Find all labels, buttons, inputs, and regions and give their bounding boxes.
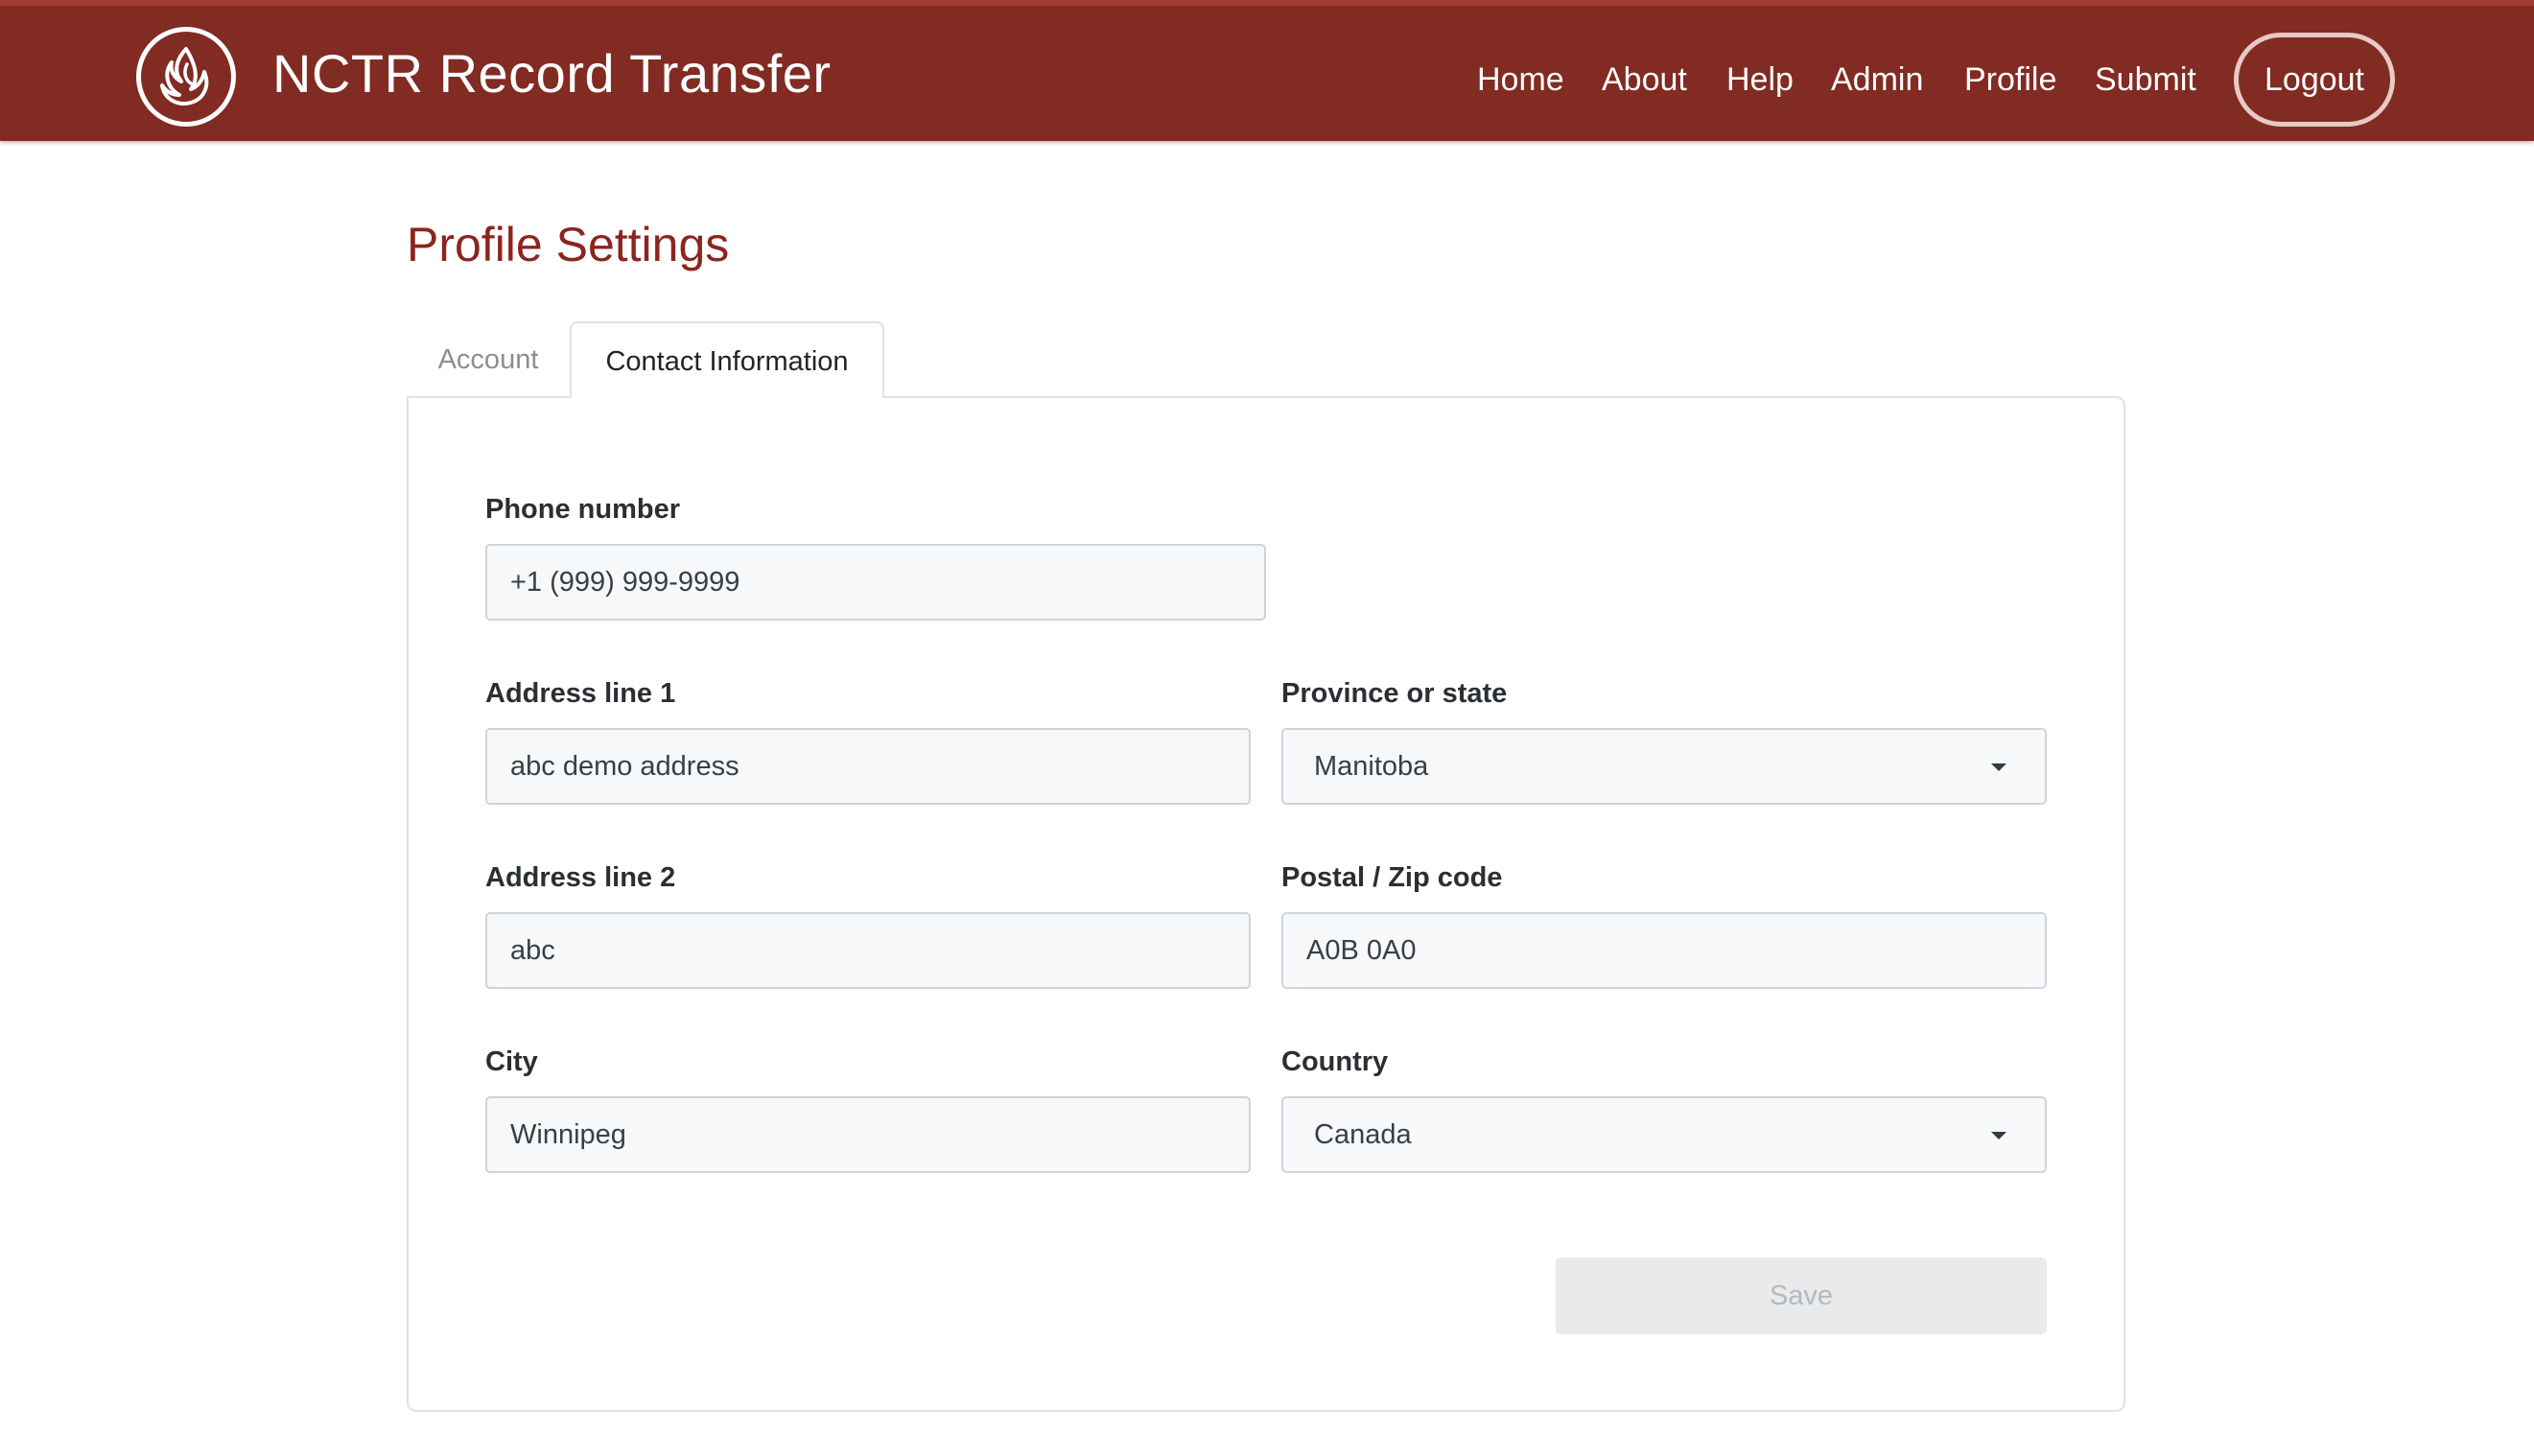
flame-feather-logo-icon [160, 47, 209, 106]
province-selected-value: Manitoba [1314, 751, 1429, 782]
nav-submit-link[interactable]: Submit [2095, 56, 2196, 104]
nav-home-link[interactable]: Home [1477, 56, 1564, 104]
address-line-2-label: Address line 2 [485, 862, 676, 893]
nav-profile-link[interactable]: Profile [1964, 56, 2056, 104]
postal-code-label: Postal / Zip code [1281, 862, 1503, 893]
province-label: Province or state [1281, 678, 1508, 709]
chevron-down-icon [1991, 763, 2006, 771]
nav-about-link[interactable]: About [1602, 56, 1687, 104]
province-select[interactable]: Manitoba [1281, 728, 2047, 805]
address-line-1-input[interactable]: abc demo address [485, 728, 1251, 805]
nav-help-link[interactable]: Help [1726, 56, 1794, 104]
phone-number-input[interactable]: +1 (999) 999-9999 [485, 544, 1266, 621]
country-select[interactable]: Canada [1281, 1096, 2047, 1173]
city-input[interactable]: Winnipeg [485, 1096, 1251, 1173]
country-selected-value: Canada [1314, 1119, 1412, 1150]
nav-admin-link[interactable]: Admin [1831, 56, 1923, 104]
tab-account[interactable]: Account [407, 321, 570, 398]
city-label: City [485, 1046, 538, 1077]
nctr-logo-icon[interactable] [136, 27, 236, 127]
logout-button[interactable]: Logout [2234, 33, 2395, 127]
save-button[interactable]: Save [1556, 1257, 2047, 1334]
address-line-2-input[interactable]: abc [485, 912, 1251, 989]
phone-number-label: Phone number [485, 494, 681, 525]
chevron-down-icon [1991, 1132, 2006, 1139]
address-line-1-label: Address line 1 [485, 678, 676, 709]
top-navbar: NCTR Record Transfer Home About Help Adm… [0, 0, 2534, 141]
country-label: Country [1281, 1046, 1389, 1077]
tab-contact-information[interactable]: Contact Information [570, 321, 884, 398]
postal-code-input[interactable]: A0B 0A0 [1281, 912, 2047, 989]
app-title[interactable]: NCTR Record Transfer [272, 40, 832, 107]
page-title: Profile Settings [407, 218, 730, 271]
